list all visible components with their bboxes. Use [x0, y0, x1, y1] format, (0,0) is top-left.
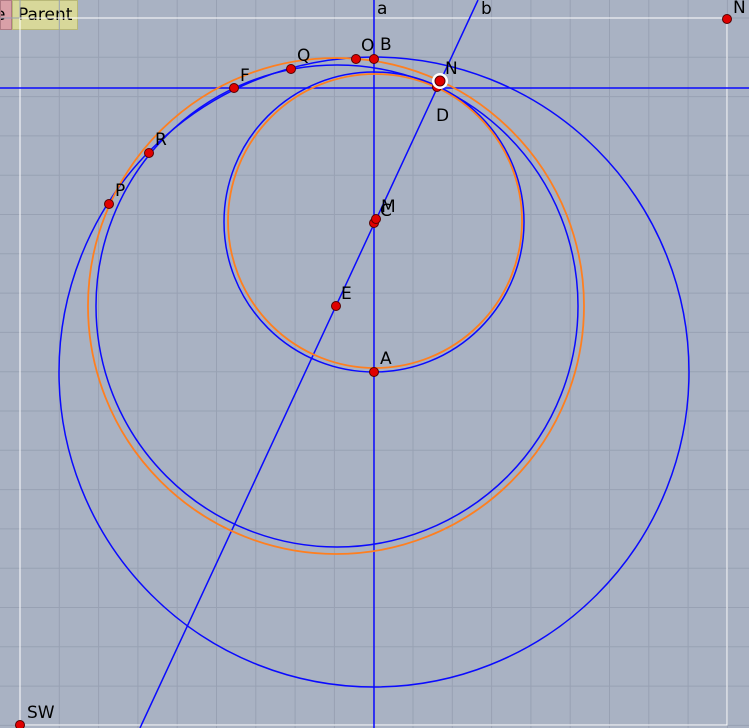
point-Q-label: Q	[297, 46, 310, 66]
point-NE-label: N	[733, 0, 746, 18]
geometry-canvas[interactable]: a b A B C D E F M N O P Q R SW N	[0, 0, 749, 728]
point-Q[interactable]	[286, 64, 296, 74]
point-NE[interactable]	[722, 14, 732, 24]
point-M-label: M	[381, 197, 396, 217]
point-SW[interactable]	[15, 720, 25, 728]
point-P-label: P	[115, 181, 125, 201]
point-F-label: F	[240, 66, 250, 86]
point-P[interactable]	[104, 199, 114, 209]
point-F[interactable]	[229, 83, 239, 93]
line-b-label: b	[481, 0, 492, 19]
point-E-label: E	[341, 284, 352, 304]
point-N[interactable]	[434, 75, 446, 87]
point-SW-label: SW	[27, 703, 55, 723]
point-R-label: R	[155, 130, 167, 150]
point-R[interactable]	[144, 148, 154, 158]
point-B-label: B	[380, 35, 392, 55]
labels-layer: a b A B C D E F M N O P Q R SW N	[27, 0, 746, 723]
point-O-label: O	[361, 36, 374, 56]
point-O[interactable]	[351, 54, 361, 64]
point-N-label: N	[445, 59, 458, 79]
point-A-label: A	[380, 349, 392, 369]
point-E[interactable]	[331, 301, 341, 311]
line-a-label: a	[377, 0, 387, 19]
point-A[interactable]	[369, 367, 379, 377]
point-D-label: D	[436, 106, 449, 126]
line-b[interactable]	[139, 0, 479, 728]
